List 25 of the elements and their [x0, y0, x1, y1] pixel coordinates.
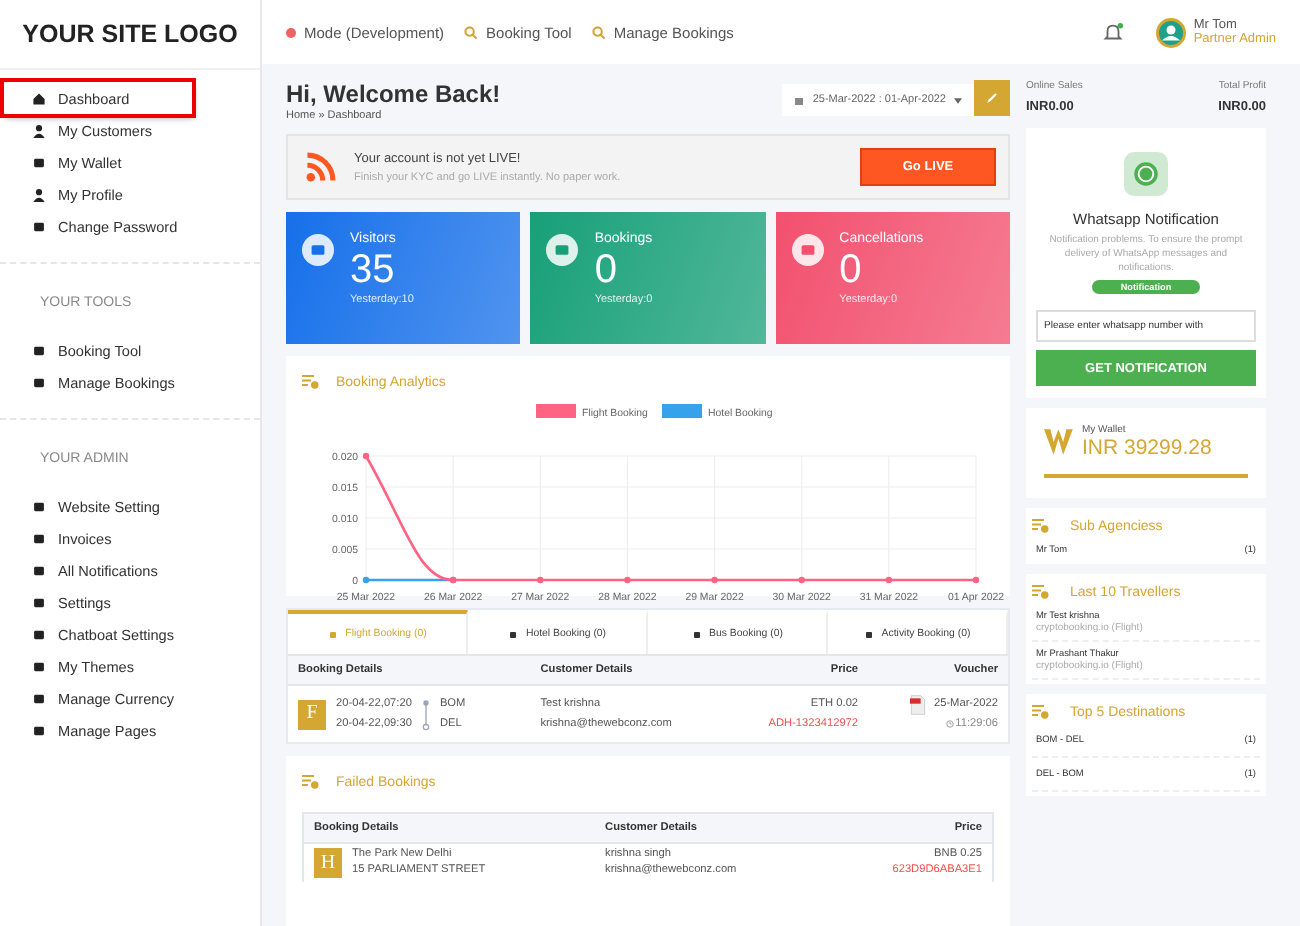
hotel-logo: H: [314, 848, 342, 878]
avatar-icon[interactable]: [1155, 17, 1186, 47]
caret-icon: [954, 97, 962, 103]
list-check-icon: [1032, 704, 1050, 720]
list-check-icon: [302, 774, 320, 790]
user-icon: [32, 123, 46, 137]
list-check-icon: [1032, 518, 1050, 534]
user-icon: [32, 187, 46, 201]
list-check-icon: [302, 374, 320, 390]
stat-value: 0: [594, 246, 619, 294]
wallet-logo-icon: [1044, 426, 1076, 458]
pdf-icon[interactable]: [909, 694, 926, 716]
rss-icon: [304, 150, 338, 184]
stat-value: 35: [350, 246, 397, 294]
page-title: Hi, Welcome Back!: [286, 80, 503, 108]
clock-icon: [945, 720, 954, 728]
stat-value: 0: [839, 246, 864, 294]
pencil-icon: [984, 90, 1000, 106]
wallet-amount: INR 39299.28: [1082, 436, 1212, 460]
airline-logo: F: [298, 699, 326, 729]
list-check-icon: [1032, 584, 1050, 600]
home-icon: [32, 91, 46, 105]
whatsapp-icon: [1124, 152, 1168, 196]
site-logo: YOUR SITE LOGO: [0, 0, 260, 70]
route-line-icon: [421, 697, 430, 731]
